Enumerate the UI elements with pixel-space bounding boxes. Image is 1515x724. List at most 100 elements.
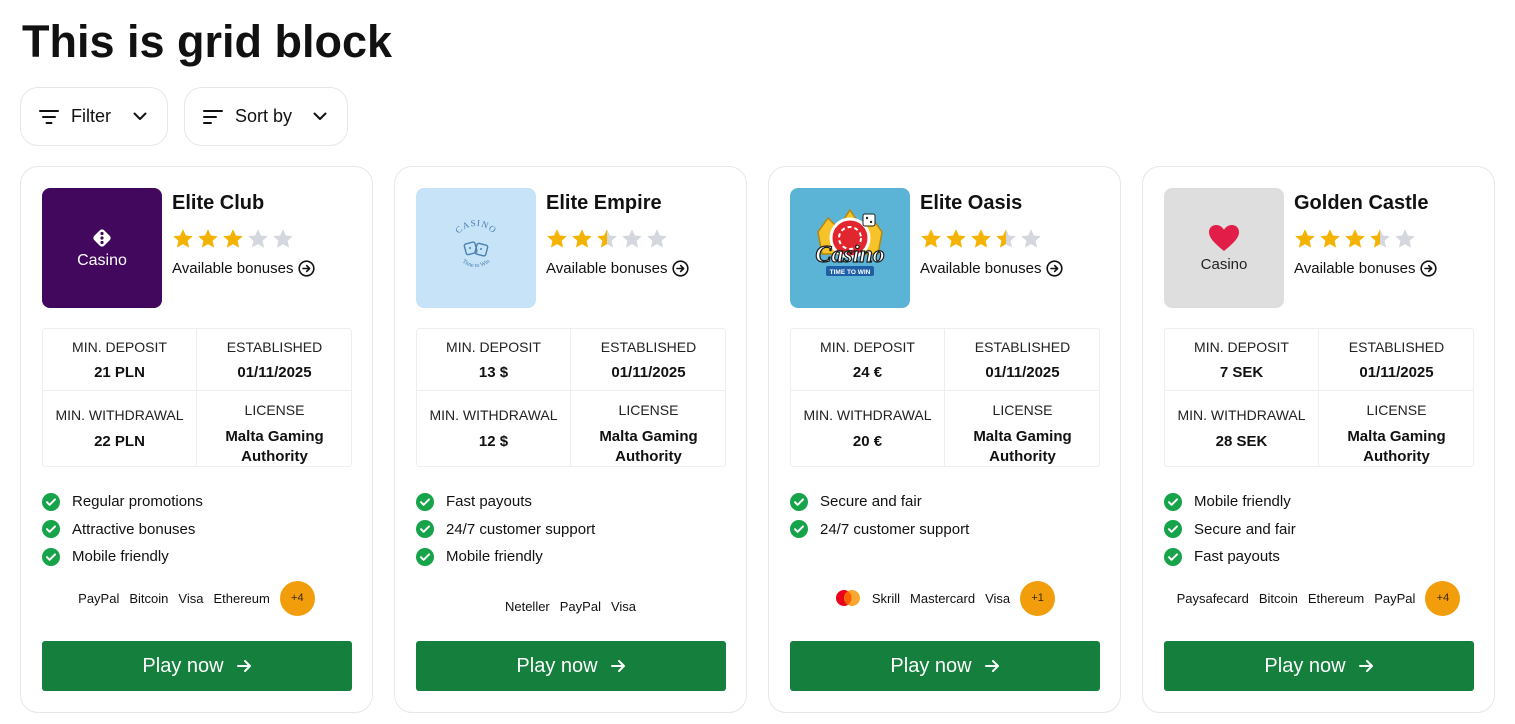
svg-text:Time to Win: Time to Win [461,259,491,269]
logo-text: Casino [77,251,127,269]
casino-card: Casino Golden Castle Available bonuses M… [1142,166,1495,713]
mastercard-logo-icon [834,589,862,607]
filter-button[interactable]: Filter [20,87,168,146]
play-now-button[interactable]: Play now [42,641,352,691]
license-value: Malta Gaming Authority [1347,428,1446,465]
star-filled-icon [1345,229,1365,248]
star-half-icon [597,229,617,248]
star-empty-icon [647,229,667,248]
dice-icon [93,228,111,247]
min-deposit-label: MIN. DEPOSIT [446,339,541,355]
license-label: LICENSE [244,402,305,418]
list-item: Fast payouts [416,488,725,516]
payment-method: Neteller [504,598,550,614]
feature-text: Mobile friendly [446,548,543,566]
casino-name: Elite Club [172,192,265,214]
min-deposit-label: MIN. DEPOSIT [1194,339,1289,355]
feature-list: Secure and fair 24/7 customer support [790,488,1099,572]
payment-method: Visa [178,590,204,606]
play-now-label: Play now [890,654,972,677]
filter-label: Filter [71,106,111,126]
arrow-circle-right-icon [1420,260,1438,277]
list-item: Mobile friendly [42,543,351,571]
check-circle-icon [416,492,434,511]
available-bonuses-label: Available bonuses [546,260,668,277]
established-value: 01/11/2025 [611,364,686,381]
casino-grid: Casino Elite Club Available bonuses MIN.… [20,166,1495,713]
available-bonuses-label: Available bonuses [1294,260,1416,277]
payment-method: PayPal [1374,590,1416,606]
arrow-right-icon [236,660,251,672]
check-circle-icon [42,520,60,539]
star-rating [1294,228,1437,250]
license-value: Malta Gaming Authority [973,428,1072,465]
more-payments-badge[interactable]: +4 [279,580,315,616]
min-withdrawal-label: MIN. WITHDRAWAL [55,407,184,423]
min-deposit-value: 24 € [852,364,883,381]
sort-by-button[interactable]: Sort by [184,87,348,146]
star-filled-icon [946,229,966,248]
chevron-down-icon [313,112,327,121]
payment-method: PayPal [78,590,120,606]
star-filled-icon [1295,229,1315,248]
casino-name: Golden Castle [1294,192,1429,214]
payment-method: Ethereum [213,590,270,606]
established-label: ESTABLISHED [974,339,1071,355]
payment-methods: Neteller PayPal Visa [416,588,725,624]
payment-method: PayPal [559,598,601,614]
payment-methods: Paysafecard Bitcoin Ethereum PayPal +4 [1164,580,1473,616]
payment-method: Bitcoin [1258,590,1298,606]
stats-table: MIN. DEPOSIT 7 SEK ESTABLISHED 01/11/2025 … [1164,328,1474,467]
list-item: 24/7 customer support [790,516,1099,544]
play-now-button[interactable]: Play now [416,641,726,691]
min-withdrawal-value: 28 SEK [1215,433,1268,450]
established-label: ESTABLISHED [226,339,323,355]
heart-icon [1208,224,1239,251]
payment-method: Skrill [871,590,901,606]
license-label: LICENSE [992,402,1053,418]
svg-text:CASINO: CASINO [453,218,499,236]
established-label: ESTABLISHED [1348,339,1445,355]
list-item: Secure and fair [1164,516,1473,544]
stats-table: MIN. DEPOSIT 21 PLN ESTABLISHED 01/11/2025… [42,328,352,467]
feature-text: Fast payouts [1194,548,1280,566]
arrow-right-icon [984,660,999,672]
established-value: 01/11/2025 [237,364,312,381]
stats-table: MIN. DEPOSIT 24 € ESTABLISHED 01/11/2025 M… [790,328,1100,467]
available-bonuses-label: Available bonuses [172,260,294,277]
payment-method: Bitcoin [129,590,169,606]
payment-method: Mastercard [910,590,976,606]
payment-methods: Skrill Mastercard Visa +1 [790,580,1099,616]
available-bonuses-link[interactable]: Available bonuses [920,260,1064,277]
play-now-button[interactable]: Play now [790,641,1100,691]
more-payments-badge[interactable]: +1 [1020,580,1056,616]
min-deposit-value: 13 $ [478,364,509,381]
feature-text: Regular promotions [72,493,203,511]
arrow-circle-right-icon [1046,260,1064,277]
min-deposit-value: 21 PLN [94,364,145,381]
min-deposit-label: MIN. DEPOSIT [72,339,167,355]
feature-text: 24/7 customer support [820,520,970,538]
casino-card: CASINO Time to Win Elite Empire Availabl… [394,166,747,713]
casino-logo: Casino TIME TO WIN [790,188,910,308]
min-withdrawal-label: MIN. WITHDRAWAL [803,407,932,423]
payment-method: Visa [985,590,1011,606]
check-circle-icon [42,547,60,566]
available-bonuses-link[interactable]: Available bonuses [1294,260,1438,277]
play-now-button[interactable]: Play now [1164,641,1474,691]
arrow-right-icon [610,660,625,672]
feature-text: 24/7 customer support [446,520,596,538]
play-now-label: Play now [516,654,598,677]
payment-method: Ethereum [1307,590,1365,606]
more-payments-badge[interactable]: +4 [1425,580,1461,616]
feature-text: Mobile friendly [1194,493,1291,511]
min-deposit-label: MIN. DEPOSIT [820,339,915,355]
check-circle-icon [1164,492,1182,511]
casino-logo: CASINO Time to Win [416,188,536,308]
casino-chip-logo: Casino TIME TO WIN [815,208,885,276]
star-filled-icon [547,229,567,248]
star-empty-icon [273,229,293,248]
available-bonuses-link[interactable]: Available bonuses [172,260,316,277]
established-label: ESTABLISHED [600,339,697,355]
available-bonuses-link[interactable]: Available bonuses [546,260,690,277]
